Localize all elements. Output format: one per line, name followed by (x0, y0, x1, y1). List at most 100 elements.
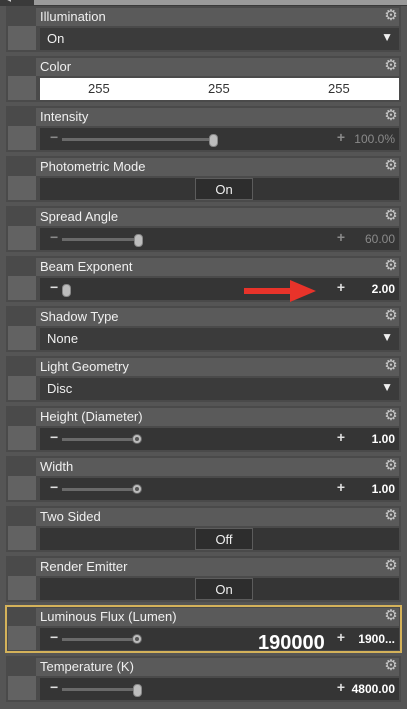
decrement-button[interactable]: − (50, 279, 58, 295)
property-row-9[interactable]: Width ⚙ − +1.00 (6, 456, 401, 502)
collapse-icon[interactable]: ◂ (6, 0, 11, 5)
decrement-button[interactable]: − (50, 229, 58, 245)
panel-header-tab (34, 0, 407, 5)
property-row-10[interactable]: Two Sided ⚙ Off (6, 506, 401, 552)
gear-icon[interactable]: ⚙ (383, 558, 399, 574)
gear-icon[interactable]: ⚙ (383, 108, 399, 124)
property-label: Photometric Mode (40, 159, 146, 174)
slider-value[interactable]: 1.00 (372, 432, 395, 446)
slider-track[interactable] (62, 238, 137, 241)
toggle-button[interactable]: On (195, 578, 253, 600)
gear-icon[interactable]: ⚙ (383, 608, 399, 624)
increment-button[interactable]: + (337, 279, 345, 295)
property-row-12[interactable]: Luminous Flux (Lumen) ⚙ − +1900... (5, 605, 402, 653)
property-row-handle (8, 326, 36, 350)
gear-icon[interactable]: ⚙ (383, 308, 399, 324)
dropdown-select[interactable]: None ▼ (40, 328, 399, 350)
increment-button[interactable]: + (337, 429, 345, 445)
property-label: Spread Angle (40, 209, 119, 224)
property-row-handle (8, 526, 36, 550)
gear-icon[interactable]: ⚙ (383, 508, 399, 524)
slider-thumb[interactable] (133, 684, 142, 697)
property-row-handle (8, 376, 36, 400)
increment-button[interactable]: + (337, 679, 345, 695)
slider-track[interactable] (62, 138, 212, 141)
decrement-button[interactable]: − (50, 479, 58, 495)
property-row-1[interactable]: Color ⚙ 255 255 255 (6, 56, 401, 102)
slider-thumb[interactable] (134, 234, 143, 247)
slider-control[interactable]: − +100.0% (40, 128, 399, 150)
decrement-button[interactable]: − (50, 679, 58, 695)
slider-track[interactable] (62, 688, 136, 691)
property-row-3[interactable]: Photometric Mode ⚙ On (6, 156, 401, 202)
slider-control[interactable]: − +2.00 (40, 278, 399, 300)
gear-icon[interactable]: ⚙ (383, 208, 399, 224)
slider-track[interactable] (62, 638, 137, 641)
slider-thumb[interactable] (132, 634, 142, 644)
decrement-button[interactable]: − (50, 429, 58, 445)
chevron-down-icon[interactable]: ▼ (381, 330, 393, 344)
gear-icon[interactable]: ⚙ (383, 458, 399, 474)
increment-button[interactable]: + (337, 479, 345, 495)
chevron-down-icon[interactable]: ▼ (381, 30, 393, 44)
slider-value[interactable]: 4800.00 (352, 682, 395, 696)
slider-control[interactable]: − +1.00 (40, 428, 399, 450)
slider-control[interactable]: − +4800.00 (40, 678, 399, 700)
property-row-13[interactable]: Temperature (K) ⚙ − +4800.00 (6, 656, 401, 702)
property-row-handle (8, 476, 36, 500)
slider-value[interactable]: 60.00 (365, 232, 395, 246)
property-row-7[interactable]: Light Geometry ⚙ Disc ▼ (6, 356, 401, 402)
gear-icon[interactable]: ⚙ (383, 358, 399, 374)
property-row-8[interactable]: Height (Diameter) ⚙ − +1.00 (6, 406, 401, 452)
gear-icon[interactable]: ⚙ (383, 658, 399, 674)
toggle-label: Off (215, 532, 233, 547)
slider-value[interactable]: 100.0% (354, 132, 395, 146)
property-row-handle (8, 76, 36, 100)
property-control: Off (40, 528, 399, 550)
gear-icon[interactable]: ⚙ (383, 258, 399, 274)
property-row-handle (8, 176, 36, 200)
dropdown-select[interactable]: On ▼ (40, 28, 399, 50)
color-channel-value[interactable]: 255 (328, 81, 350, 96)
decrement-button[interactable]: − (50, 129, 58, 145)
property-row-4[interactable]: Spread Angle ⚙ − +60.00 (6, 206, 401, 252)
annotation-arrow-icon (244, 280, 316, 302)
slider-control[interactable]: − +60.00 (40, 228, 399, 250)
slider-value[interactable]: 1900... (358, 632, 395, 646)
toggle-button[interactable]: On (195, 178, 253, 200)
gear-icon[interactable]: ⚙ (383, 158, 399, 174)
slider-value[interactable]: 1.00 (372, 482, 395, 496)
color-channel-value[interactable]: 255 (88, 81, 110, 96)
dropdown-value: On (47, 31, 65, 46)
slider-thumb[interactable] (209, 134, 218, 147)
slider-thumb[interactable] (132, 434, 142, 444)
property-row-0[interactable]: Illumination ⚙ On ▼ (6, 6, 401, 52)
toggle-button[interactable]: Off (195, 528, 253, 550)
gear-icon[interactable]: ⚙ (383, 8, 399, 24)
increment-button[interactable]: + (337, 129, 345, 145)
increment-button[interactable]: + (337, 229, 345, 245)
color-field[interactable]: 255 255 255 (40, 78, 399, 100)
property-label: Illumination (40, 9, 106, 24)
property-row-11[interactable]: Render Emitter ⚙ On (6, 556, 401, 602)
color-channel-value[interactable]: 255 (208, 81, 230, 96)
property-row-5[interactable]: Beam Exponent ⚙ − +2.00 (6, 256, 401, 302)
slider-track[interactable] (62, 438, 137, 441)
toggle-label: On (215, 182, 233, 197)
slider-value[interactable]: 2.00 (372, 282, 395, 296)
slider-control[interactable]: − +1.00 (40, 478, 399, 500)
slider-thumb[interactable] (62, 284, 71, 297)
property-label: Intensity (40, 109, 89, 124)
property-row-2[interactable]: Intensity ⚙ − +100.0% (6, 106, 401, 152)
gear-icon[interactable]: ⚙ (383, 58, 399, 74)
gear-icon[interactable]: ⚙ (383, 408, 399, 424)
slider-track[interactable] (62, 488, 137, 491)
increment-button[interactable]: + (337, 629, 345, 645)
slider-control[interactable]: − +1900... (40, 628, 399, 650)
decrement-button[interactable]: − (50, 629, 58, 645)
property-row-handle (8, 276, 36, 300)
chevron-down-icon[interactable]: ▼ (381, 380, 393, 394)
slider-thumb[interactable] (132, 484, 142, 494)
property-row-6[interactable]: Shadow Type ⚙ None ▼ (6, 306, 401, 352)
dropdown-select[interactable]: Disc ▼ (40, 378, 399, 400)
